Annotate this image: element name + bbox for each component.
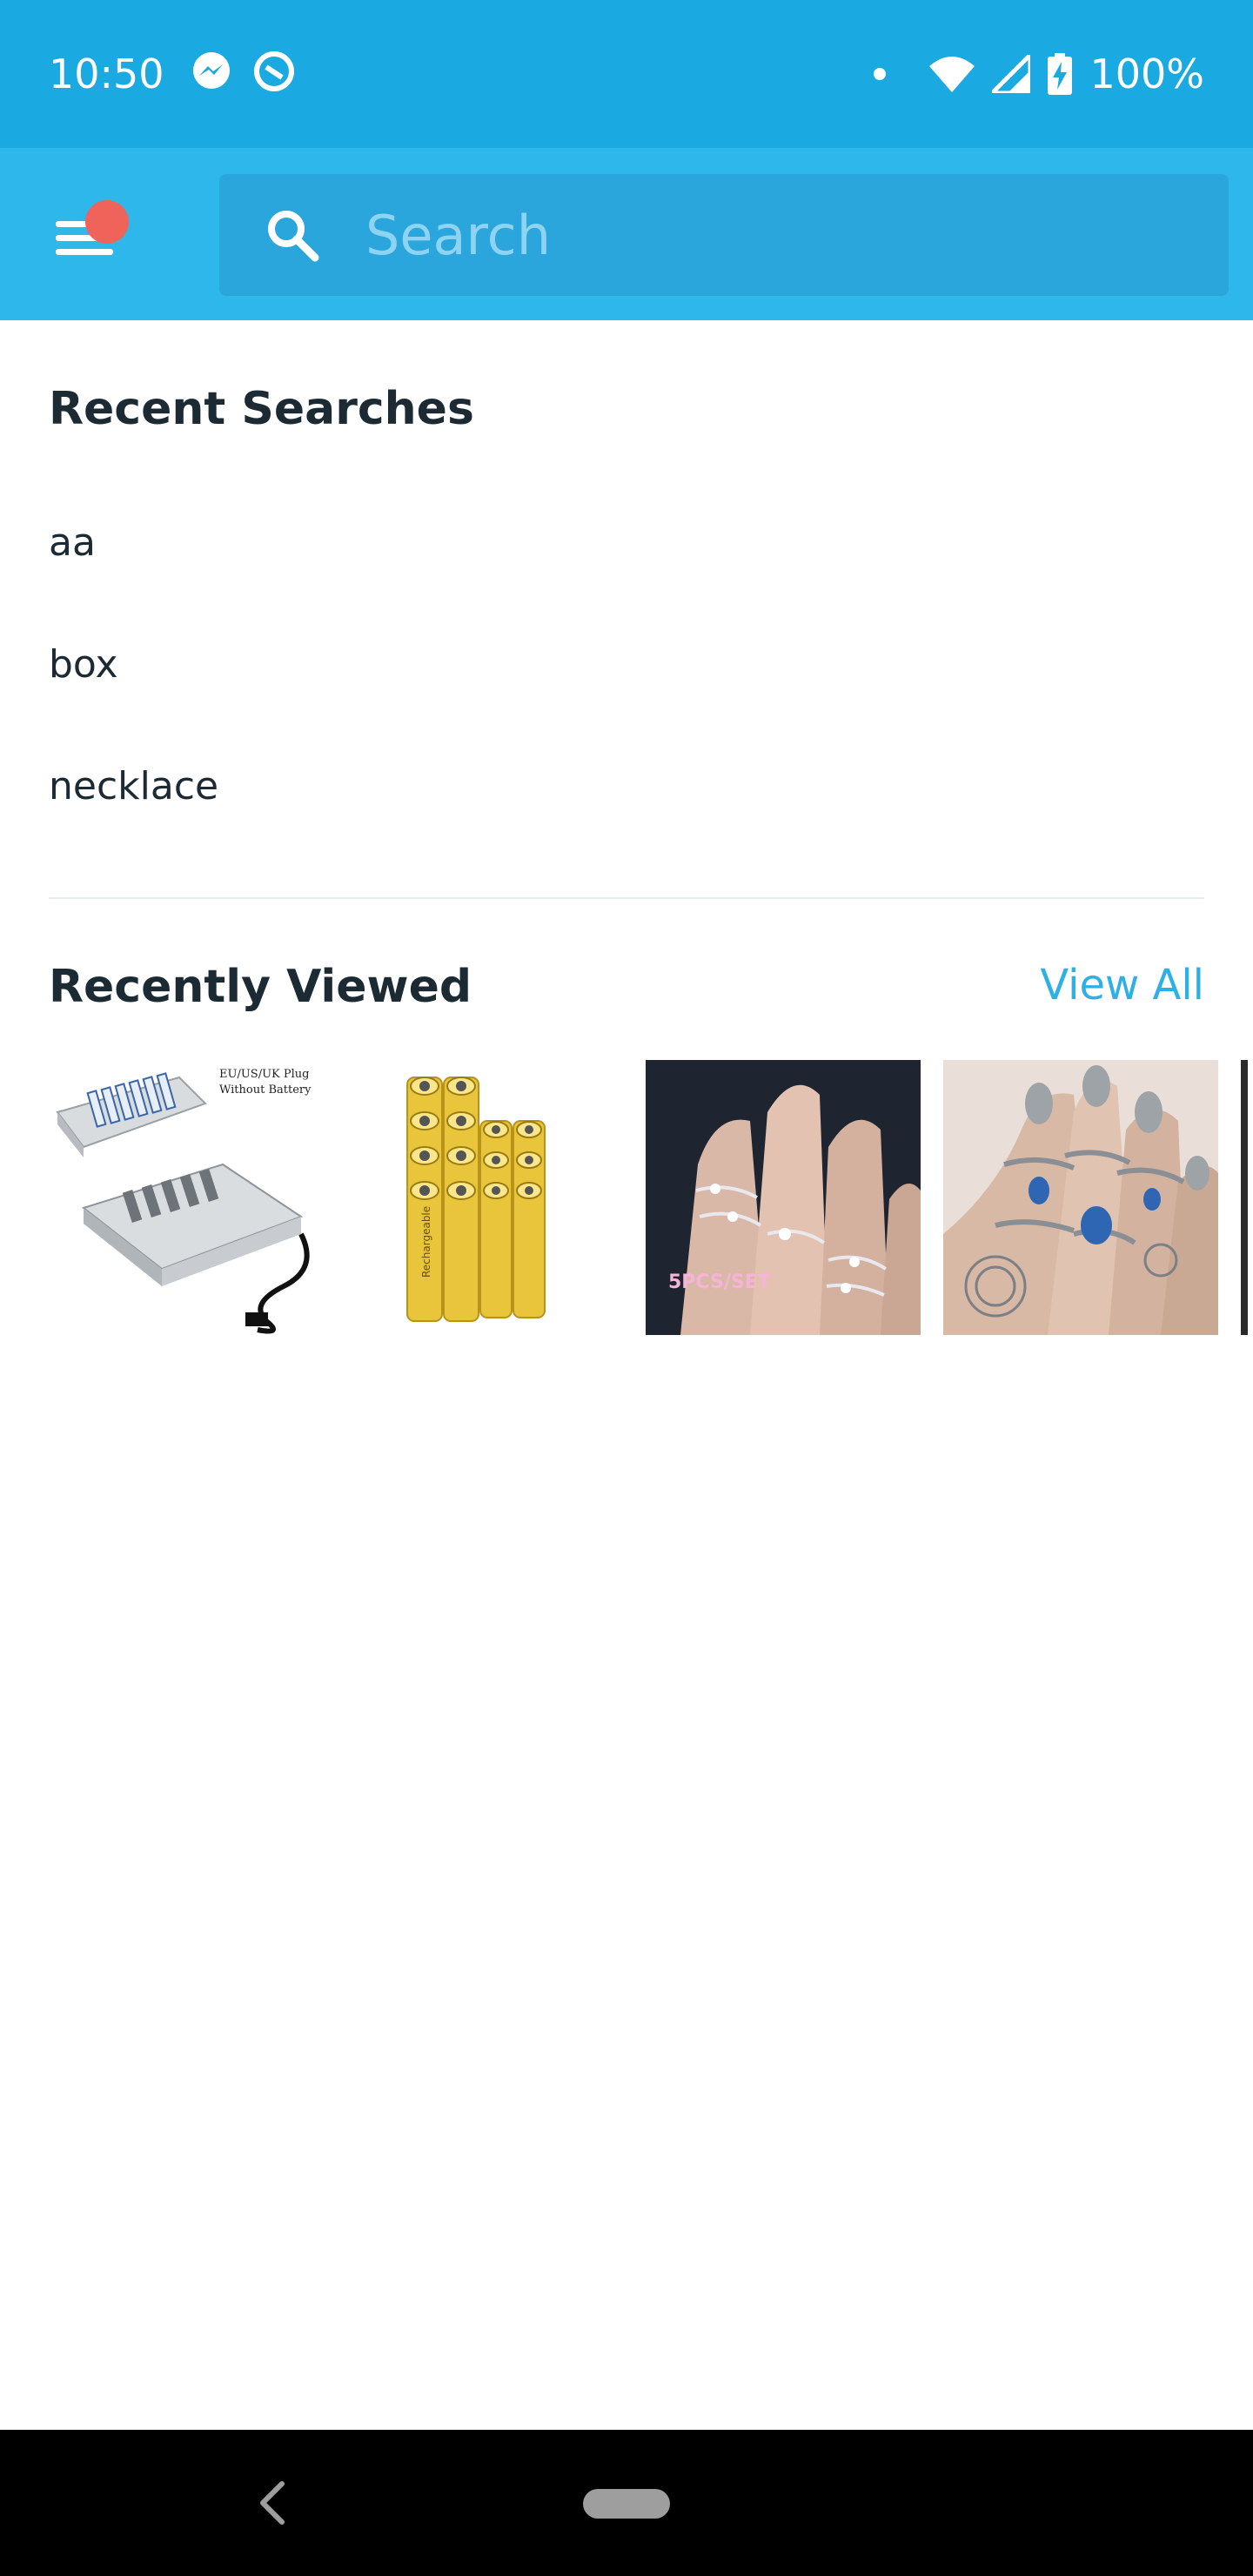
rings-image: 5PCS/SET [646,1060,921,1335]
batteries-image: Rechargeable [346,1060,621,1335]
battery-label: Rechargeable [420,1206,432,1278]
status-notification-icons [190,50,296,93]
dot-icon [874,68,887,80]
status-time: 10:50 [49,50,164,97]
product-thumbnail-charger[interactable]: EU/US/UK Plug Without Battery [49,1060,324,1335]
search-box[interactable] [219,174,1229,296]
section-divider [49,897,1204,899]
recent-searches-title: Recent Searches [49,383,474,435]
menu-button[interactable] [44,191,139,278]
search-icon [268,211,319,262]
home-pill-button[interactable] [583,2489,670,2519]
view-all-link[interactable]: View All [1040,961,1204,1010]
status-bar: 10:50 100% [0,0,1253,148]
wifi-icon [929,57,975,92]
search-header [0,148,1253,320]
charger-image: EU/US/UK Plug Without Battery [49,1060,324,1335]
recent-search-item[interactable]: aa [49,520,96,565]
product-thumbnail-boho-rings[interactable] [943,1060,1218,1335]
signal-icon [992,55,1031,93]
recent-search-item[interactable]: necklace [49,764,218,808]
status-system-icons: 100% [874,47,1204,101]
charger-label: EU/US/UK Plug [219,1068,309,1081]
product-thumbnail-batteries[interactable]: Rechargeable [346,1060,621,1335]
notification-badge [85,200,129,244]
messenger-icon [193,52,230,89]
charger-sublabel: Without Battery [219,1083,312,1097]
back-icon[interactable] [252,2477,294,2529]
boho-rings-image [943,1060,1218,1335]
menu-icon-line [56,249,113,255]
product-thumbnail-partial[interactable] [1241,1060,1253,1335]
search-input[interactable] [365,191,1201,278]
recently-viewed-title: Recently Viewed [49,961,472,1013]
battery-charging-icon [1048,53,1073,95]
rings-label: 5PCS/SET [668,1271,771,1293]
recently-viewed-list: EU/US/UK Plug Without Battery Rechargeab… [49,1060,1253,1335]
product-thumbnail-rings[interactable]: 5PCS/SET [646,1060,921,1335]
navigation-bar [0,2430,1253,2576]
assistant-icon [254,51,294,91]
recent-search-item[interactable]: box [49,642,118,687]
partial-product-image [1241,1060,1253,1335]
battery-percentage: 100% [1089,50,1204,97]
